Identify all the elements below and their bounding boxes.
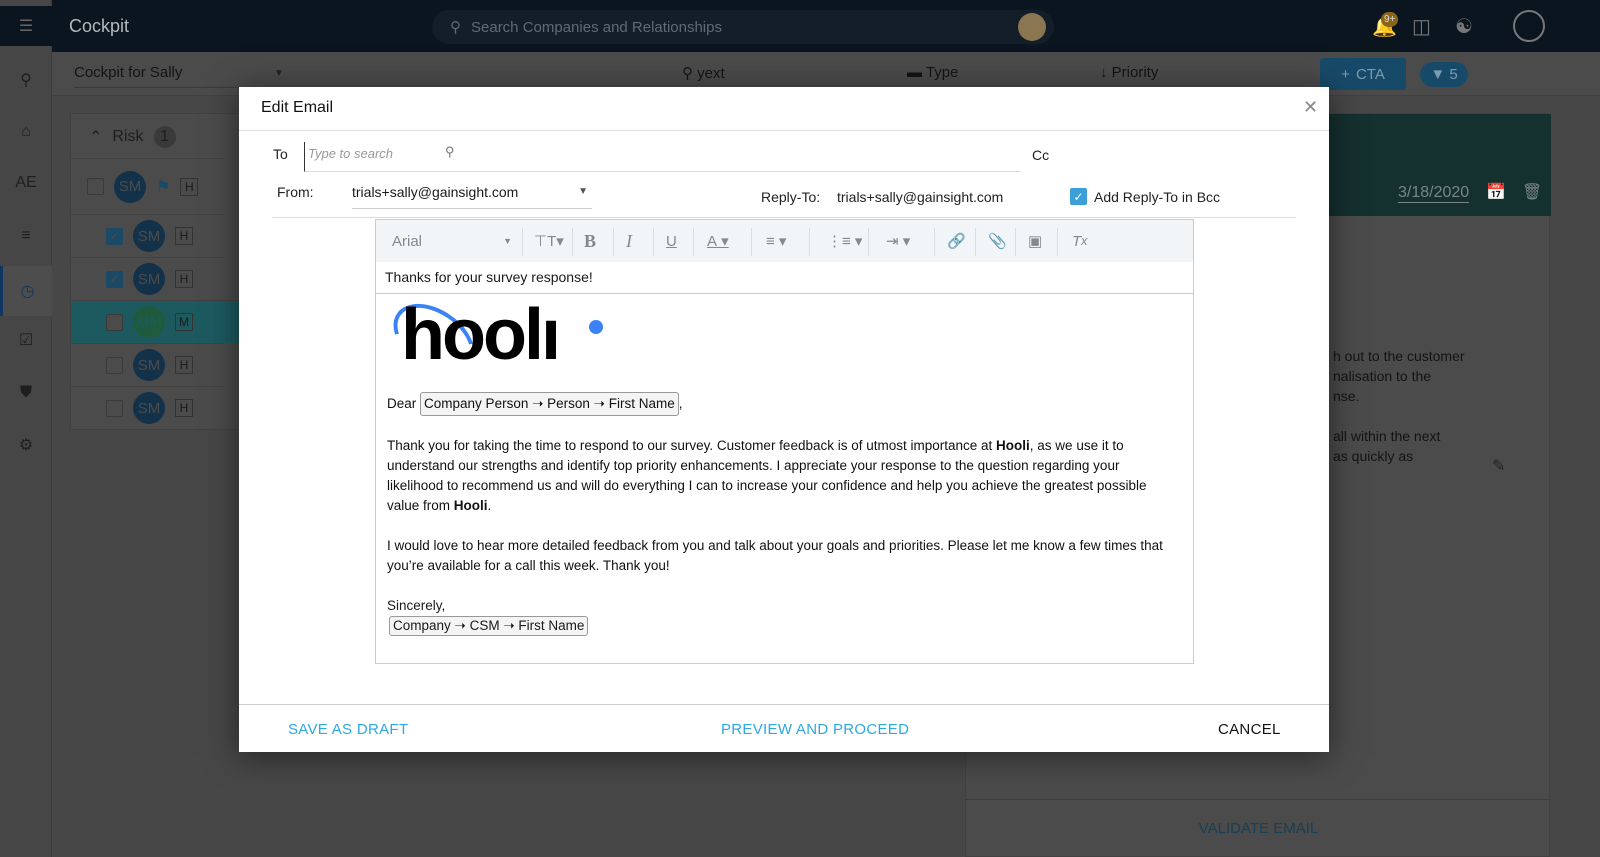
to-input[interactable]: Type to search ⚲ — [304, 142, 1021, 172]
text-color-icon[interactable]: A ▾ — [707, 220, 729, 262]
edit-email-modal: Edit Email ✕ To Type to search ⚲ Cc From:… — [239, 87, 1329, 752]
priority-badge: H — [175, 399, 193, 417]
priority-badge: M — [175, 313, 193, 331]
email-editor: Arial ▼ ⊤T▾ B I U A ▾ ≡ ▾ ⋮≡ ▾ ⇥ ▾ 🔗 📎 ▣ … — [375, 219, 1194, 664]
merge-token-first-name[interactable]: Company Person ➝ Person ➝ First Name — [420, 392, 679, 416]
chevron-down-icon: ▼ — [274, 68, 284, 79]
row-checkbox[interactable] — [106, 313, 123, 331]
underline-icon[interactable]: U — [666, 220, 677, 262]
group-count: 1 — [153, 126, 176, 148]
bookmark-icon[interactable]: ⚑ — [156, 177, 170, 197]
avatar[interactable] — [1018, 13, 1046, 41]
modal-title: Edit Email — [261, 99, 334, 116]
left-rail: ☰ ⚲ ⌂ AE ≡ ◷ ☑ ⛊ ⚙ — [0, 0, 52, 857]
row-checkbox[interactable] — [106, 356, 123, 374]
clear-format-icon[interactable]: Tx — [1072, 220, 1087, 262]
font-size-icon[interactable]: ⊤T▾ — [534, 220, 564, 262]
preview-and-proceed-button[interactable]: PREVIEW AND PROCEED — [721, 721, 909, 738]
priority-badge: H — [175, 270, 193, 288]
edit-icon[interactable]: ✎ — [1492, 456, 1505, 476]
notification-badge: 9+ — [1381, 12, 1399, 27]
people-icon[interactable]: ☯ — [1455, 14, 1473, 39]
hooli-logo: hoolı — [380, 289, 1177, 389]
search-icon[interactable]: ⚲ — [0, 60, 52, 100]
subject-input[interactable]: Thanks for your survey response! — [376, 262, 1193, 294]
priority-select[interactable]: ↓ Priority — [1100, 64, 1158, 81]
book-icon[interactable]: ◫ — [1412, 14, 1431, 39]
calendar-icon[interactable]: 📅 — [1486, 182, 1506, 202]
row-checkbox[interactable] — [106, 399, 123, 417]
avatar: SM — [114, 170, 146, 203]
cc-label[interactable]: Cc — [1032, 147, 1049, 163]
settings-icon[interactable]: ⚙ — [0, 425, 52, 465]
top-nav-bar: Cockpit ⚲ Search Companies and Relationsh… — [0, 0, 1600, 52]
row-checkbox[interactable]: ✓ — [106, 227, 123, 245]
reply-to-label: Reply-To: — [761, 189, 821, 205]
table-row[interactable]: SM H — [71, 386, 223, 429]
merge-token-csm-first-name[interactable]: Company ➝ CSM ➝ First Name — [389, 616, 589, 636]
filter-button[interactable]: ▼ 5 — [1420, 62, 1468, 87]
italic-icon[interactable]: I — [626, 220, 632, 262]
avatar: MM — [133, 306, 165, 338]
type-select[interactable]: ▬ Type — [907, 64, 958, 81]
link-icon[interactable]: 🔗 — [947, 220, 966, 262]
list-header-row: SM ⚑ H — [71, 158, 223, 214]
cta-search-input[interactable]: ⚲ yext — [682, 64, 725, 82]
priority-badge: H — [175, 227, 193, 245]
from-label: From: — [277, 184, 314, 200]
bcc-checkbox[interactable]: ✓ — [1070, 188, 1087, 205]
list-icon[interactable]: ⋮≡ ▾ — [827, 220, 862, 262]
priority-badge: H — [180, 177, 199, 196]
table-row[interactable]: ✓ SM H — [71, 257, 223, 300]
row-checkbox[interactable]: ✓ — [106, 270, 123, 288]
close-icon[interactable]: ✕ — [1303, 97, 1318, 118]
profile-icon[interactable] — [1513, 10, 1545, 42]
group-header-risk[interactable]: ⌃ Risk 1 — [89, 126, 176, 148]
avatar: SM — [133, 349, 165, 381]
cockpit-icon[interactable]: ◷ — [0, 266, 52, 316]
image-icon[interactable]: ▣ — [1028, 220, 1042, 262]
editor-toolbar: Arial ▼ ⊤T▾ B I U A ▾ ≡ ▾ ⋮≡ ▾ ⇥ ▾ 🔗 📎 ▣ … — [376, 220, 1193, 262]
add-cta-button[interactable]: + CTA — [1320, 58, 1406, 90]
home-icon[interactable]: ⌂ — [0, 112, 52, 152]
search-placeholder: Search Companies and Relationships — [471, 18, 722, 36]
to-label: To — [273, 146, 288, 162]
avatar: SM — [133, 392, 165, 424]
avatar: SM — [133, 263, 165, 295]
reply-to-value[interactable]: trials+sally@gainsight.com — [837, 189, 1003, 205]
attachment-icon[interactable]: 📎 — [988, 220, 1007, 262]
table-row[interactable]: ✓ SM H — [71, 214, 223, 257]
from-select[interactable]: trials+sally@gainsight.com ▼ — [352, 177, 592, 209]
font-select[interactable]: Arial ▼ — [392, 220, 512, 262]
email-body[interactable]: hoolı Dear Company Person ➝ Person ➝ Fir… — [380, 289, 1177, 636]
priority-badge: H — [175, 356, 193, 374]
avatar: SM — [133, 220, 165, 252]
align-icon[interactable]: ≡ ▾ — [766, 220, 786, 262]
save-as-draft-button[interactable]: SAVE AS DRAFT — [288, 721, 408, 738]
cancel-button[interactable]: CANCEL — [1218, 721, 1281, 738]
tasks-icon[interactable]: ☑ — [0, 320, 52, 360]
table-row[interactable]: SM H — [71, 343, 223, 386]
hierarchy-icon[interactable]: ⛊ — [0, 373, 52, 413]
bcc-label: Add Reply-To in Bcc — [1094, 189, 1221, 205]
chevron-down-icon: ▼ — [578, 186, 588, 197]
bold-icon[interactable]: B — [584, 220, 596, 262]
ae-item[interactable]: AE — [0, 163, 52, 203]
timeline-icon[interactable]: ≡ — [0, 216, 52, 256]
app-title: Cockpit — [69, 16, 130, 36]
indent-icon[interactable]: ⇥ ▾ — [886, 220, 910, 262]
search-icon: ⚲ — [450, 19, 461, 36]
global-search-input[interactable]: ⚲ Search Companies and Relationships — [432, 10, 1054, 44]
search-icon: ⚲ — [445, 144, 455, 159]
validate-email-button[interactable]: VALIDATE EMAIL — [966, 799, 1551, 837]
cta-description: h out to the customer nalisation to the ns… — [1333, 348, 1465, 464]
due-date[interactable]: 3/18/2020 — [1398, 184, 1470, 203]
select-all-checkbox[interactable] — [87, 178, 104, 195]
delete-icon[interactable]: 🗑 — [1522, 182, 1542, 202]
menu-icon[interactable]: ☰ — [0, 6, 52, 46]
cockpit-select[interactable]: Cockpit for Sally — [74, 64, 286, 88]
